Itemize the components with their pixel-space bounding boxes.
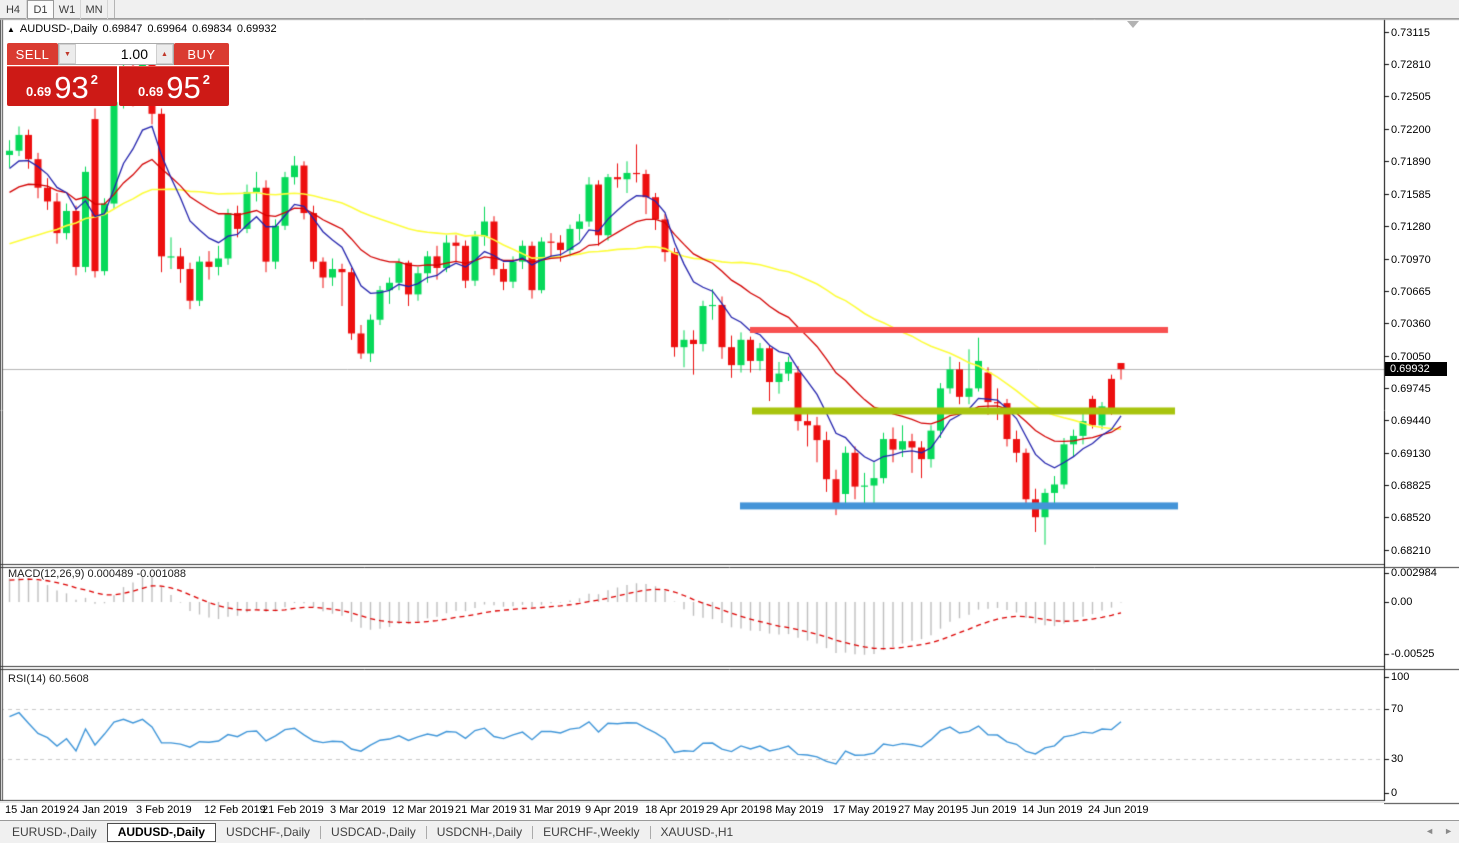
buy-price-pip: 2 <box>202 72 211 87</box>
timeframe-button-mn[interactable]: MN <box>81 0 108 19</box>
one-click-trading-panel: SELL ▼ ▲ BUY 0.69 93 2 0.69 95 2 <box>7 43 229 106</box>
time-axis-label: 24 Jan 2019 <box>67 804 128 816</box>
price-axis-label: 0.72505 <box>1391 91 1431 104</box>
chart-tab-bar: EURUSD-,Daily AUDUSD-,Daily USDCHF-,Daily U… <box>0 820 1459 843</box>
time-axis-label: 12 Mar 2019 <box>392 804 454 816</box>
rsi-name: RSI(14) <box>8 673 46 685</box>
sell-price-fraction: 0.69 <box>25 84 52 99</box>
time-axis-label: 17 May 2019 <box>833 804 897 816</box>
rsi-axis-label: 100 <box>1391 671 1410 683</box>
down-arrow-icon: ▼ <box>64 50 71 58</box>
time-axis-label: 21 Feb 2019 <box>262 804 324 816</box>
buy-price-fraction: 0.69 <box>137 84 164 99</box>
price-axis-label: 0.68825 <box>1391 480 1431 493</box>
price-axis-label: 0.71585 <box>1391 188 1431 201</box>
price-axis-label: 0.68520 <box>1391 512 1431 525</box>
sell-price-pip: 2 <box>90 72 99 87</box>
sell-price-display[interactable]: 0.69 93 2 <box>7 66 117 106</box>
chart-tab-usdchf-daily[interactable]: USDCHF-,Daily <box>216 823 320 842</box>
chart-tab-usdcad-daily[interactable]: USDCAD-,Daily <box>321 823 426 842</box>
volume-input[interactable] <box>76 44 156 64</box>
tab-scroll-left-icon[interactable]: ◄ <box>1425 826 1434 836</box>
price-axis-label: 0.70970 <box>1391 253 1431 266</box>
price-axis-label: 0.73115 <box>1391 27 1430 39</box>
price-axis-label: 0.69440 <box>1391 415 1431 428</box>
price-axis-label: 0.69745 <box>1391 382 1431 395</box>
timeframe-button-w1[interactable]: W1 <box>54 0 81 19</box>
symbol-name: AUDUSD-,Daily <box>19 23 98 35</box>
rsi-axis-label: 0 <box>1391 787 1398 799</box>
price-axis[interactable]: 0.73115 0.72810 0.72505 0.72200 0.71890 0.715… <box>1385 20 1459 801</box>
time-axis-label: 24 Jun 2019 <box>1088 804 1149 816</box>
volume-increase-button[interactable]: ▲ <box>156 44 173 64</box>
ohlc-high: 0.69964 <box>147 23 188 35</box>
buy-price-display[interactable]: 0.69 95 2 <box>119 66 229 106</box>
current-price-badge: 0.69932 <box>1385 362 1447 377</box>
price-axis-label: 0.71890 <box>1391 156 1431 169</box>
time-axis-label: 5 Jun 2019 <box>962 804 1017 816</box>
macd-axis-label: 0.002984 <box>1391 567 1437 579</box>
toolbar-separator <box>114 0 115 18</box>
timeframe-button-h4[interactable]: H4 <box>0 0 27 19</box>
sell-button[interactable]: SELL <box>7 43 58 65</box>
ohlc-open: 0.69847 <box>102 23 143 35</box>
time-axis-label: 9 Apr 2019 <box>585 804 639 816</box>
time-axis-label: 29 Apr 2019 <box>706 804 766 816</box>
chart-canvas[interactable] <box>0 0 1459 843</box>
chart-shift-marker-icon[interactable] <box>1127 21 1139 28</box>
time-axis-label: 21 Mar 2019 <box>455 804 517 816</box>
chart-tab-eurchf-weekly[interactable]: EURCHF-,Weekly <box>533 823 649 842</box>
buy-button[interactable]: BUY <box>174 43 229 65</box>
macd-axis-label: 0.00 <box>1391 596 1413 608</box>
time-axis[interactable]: 15 Jan 2019 24 Jan 2019 3 Feb 2019 12 Feb 2… <box>0 803 1384 819</box>
time-axis-label: 14 Jun 2019 <box>1022 804 1083 816</box>
macd-signal-value: -0.001088 <box>136 568 186 580</box>
price-axis-label: 0.70360 <box>1391 317 1431 330</box>
time-axis-label: 18 Apr 2019 <box>645 804 705 816</box>
sell-price-big-digits: 93 <box>54 70 89 105</box>
time-axis-label: 3 Feb 2019 <box>136 804 192 816</box>
up-arrow-icon: ▲ <box>161 50 168 58</box>
rsi-axis-label: 30 <box>1391 753 1404 765</box>
price-axis-label: 0.72200 <box>1391 123 1431 136</box>
price-axis-label: 0.72810 <box>1391 59 1431 72</box>
price-axis-label: 0.71280 <box>1391 220 1431 233</box>
rsi-axis-label: 70 <box>1391 703 1404 715</box>
time-axis-label: 3 Mar 2019 <box>330 804 386 816</box>
ohlc-close: 0.69932 <box>236 23 277 35</box>
ohlc-low: 0.69834 <box>192 23 232 35</box>
macd-main-value: 0.000489 <box>87 568 134 580</box>
macd-name: MACD(12,26,9) <box>8 568 85 580</box>
chart-tab-audusd-daily[interactable]: AUDUSD-,Daily <box>106 822 217 842</box>
time-axis-label: 31 Mar 2019 <box>519 804 581 816</box>
time-axis-label: 15 Jan 2019 <box>5 804 66 816</box>
timeframe-toolbar: H4 D1 W1 MN <box>0 0 1459 19</box>
symbol-marker-icon: ▲ <box>7 24 15 34</box>
time-axis-label: 8 May 2019 <box>766 804 824 816</box>
volume-decrease-button[interactable]: ▼ <box>59 44 76 64</box>
price-axis-label: 0.70665 <box>1391 285 1431 298</box>
rsi-indicator-label: RSI(14) 60.5608 <box>8 673 89 685</box>
chart-tab-usdcnh-daily[interactable]: USDCNH-,Daily <box>427 823 532 842</box>
macd-indicator-label: MACD(12,26,9) 0.000489 -0.001088 <box>8 568 186 580</box>
buy-price-big-digits: 95 <box>166 70 201 105</box>
price-axis-label: 0.70050 <box>1391 350 1431 363</box>
time-axis-label: 27 May 2019 <box>898 804 962 816</box>
chart-tab-eurusd-daily[interactable]: EURUSD-,Daily <box>2 823 107 842</box>
rsi-value: 60.5608 <box>48 673 89 685</box>
tab-scroll-right-icon[interactable]: ► <box>1444 826 1453 836</box>
price-axis-label: 0.69130 <box>1391 447 1431 460</box>
trading-terminal-window: H4 D1 W1 MN ▲ AUDUSD-,Daily 0.69847 0.69964… <box>0 0 1459 843</box>
time-axis-label: 12 Feb 2019 <box>204 804 266 816</box>
price-axis-label: 0.68210 <box>1391 545 1431 558</box>
macd-axis-label: -0.00525 <box>1391 648 1435 660</box>
chart-tab-xauusd-h1[interactable]: XAUUSD-,H1 <box>651 823 744 842</box>
symbol-info-line: ▲ AUDUSD-,Daily 0.69847 0.69964 0.69834 … <box>7 23 277 35</box>
timeframe-button-d1[interactable]: D1 <box>27 0 54 19</box>
